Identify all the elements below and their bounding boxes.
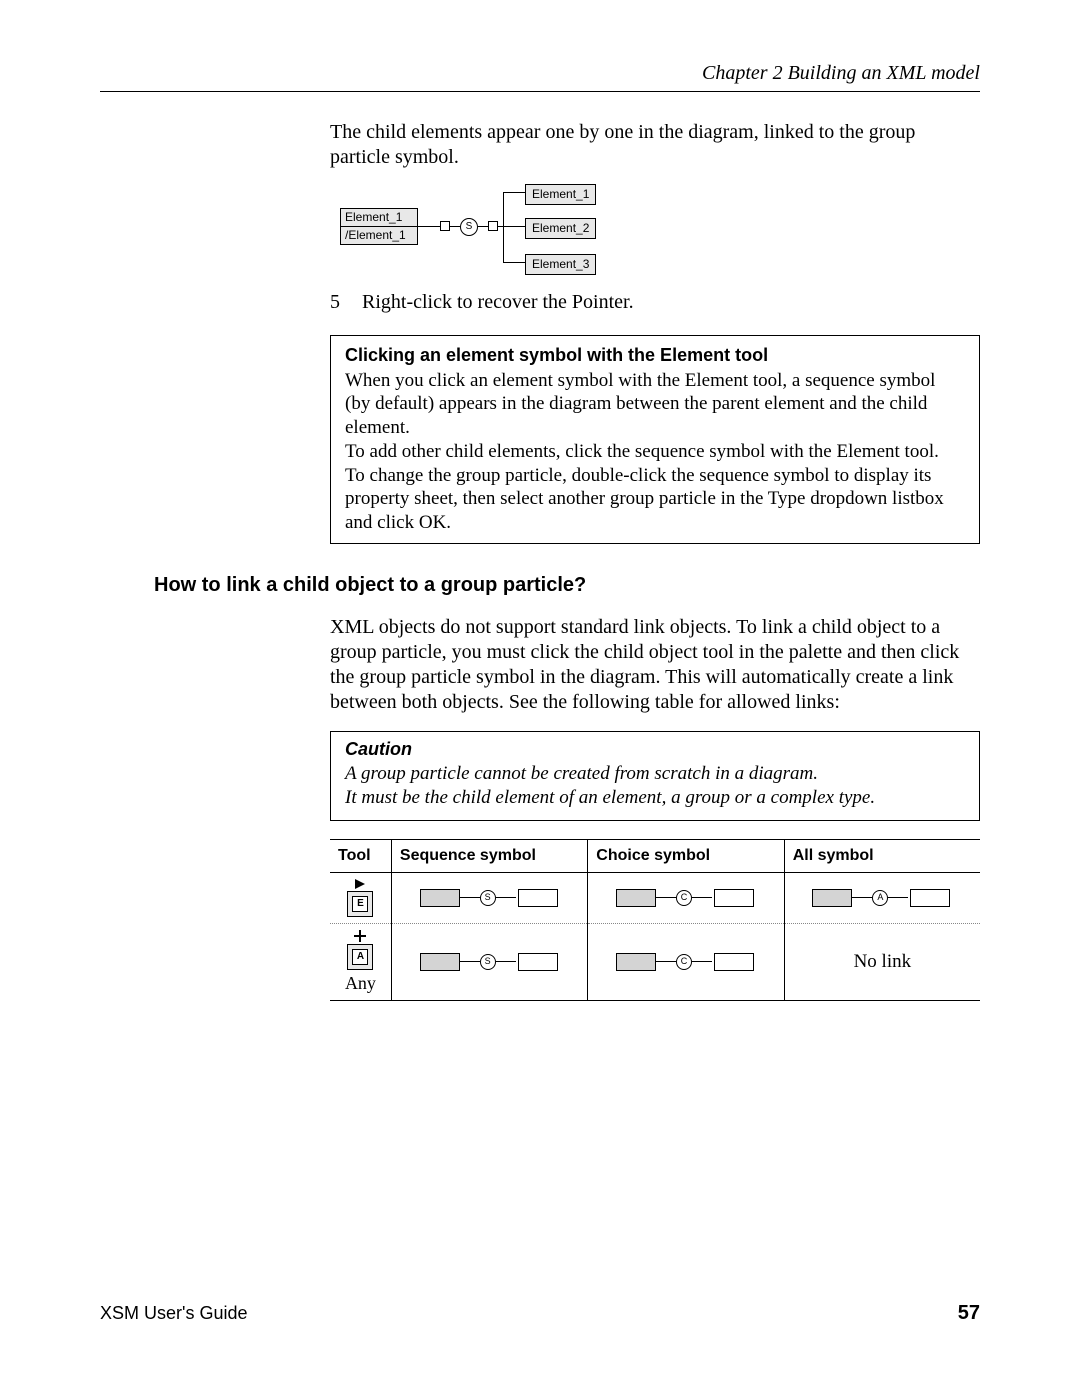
choice-cell: C [588, 923, 784, 1001]
sequence-cell: S [391, 923, 587, 1001]
mini-diagram: A [812, 884, 952, 912]
connector-node [440, 221, 450, 231]
connector-line [418, 226, 440, 227]
caution-line: It must be the child element of an eleme… [345, 786, 965, 810]
info-box-paragraph: When you click an element symbol with th… [345, 369, 965, 440]
header-rule [100, 91, 980, 92]
step-text: Right-click to recover the Pointer. [362, 290, 980, 315]
body-content: The child elements appear one by one in … [330, 120, 980, 544]
all-cell-no-link: No link [784, 923, 980, 1001]
child-element-3: Element_3 [525, 254, 596, 275]
element-tool-arrow-icon [355, 879, 365, 889]
table-header-tool: Tool [330, 839, 391, 872]
mini-diagram: C [616, 884, 756, 912]
particle-letter-icon: S [480, 890, 496, 906]
parent-element-name: Element_1 [341, 209, 417, 227]
step-5: 5 Right-click to recover the Pointer. [330, 290, 980, 315]
tool-cell: E [330, 872, 391, 923]
info-box-paragraph: To add other child elements, click the s… [345, 440, 965, 464]
table-header-all: All symbol [784, 839, 980, 872]
sequence-cell: S [391, 872, 587, 923]
tool-cell: A Any [330, 923, 391, 1001]
parent-element-close: /Element_1 [341, 227, 417, 244]
section-paragraph: XML objects do not support standard link… [330, 615, 980, 715]
child-element-2: Element_2 [525, 218, 596, 239]
info-box-title: Clicking an element symbol with the Elem… [345, 344, 965, 367]
any-tool-cursor-icon [354, 930, 366, 942]
particle-letter-icon: C [676, 890, 692, 906]
connector-node [488, 221, 498, 231]
tool-letter: A [352, 949, 368, 965]
particle-letter-icon: S [480, 954, 496, 970]
diagram-group-particle: Element_1 /Element_1 S Element_1 Element… [340, 184, 650, 274]
connector-line [503, 262, 525, 263]
tool-caption: Any [345, 972, 376, 995]
parent-element-box: Element_1 /Element_1 [340, 208, 418, 245]
mini-diagram: S [420, 948, 560, 976]
connector-line [503, 192, 525, 193]
running-head: Chapter 2 Building an XML model [100, 62, 980, 85]
info-box: Clicking an element symbol with the Elem… [330, 335, 980, 544]
particle-letter-icon: A [872, 890, 888, 906]
connector-line [450, 226, 460, 227]
page-footer: XSM User's Guide 57 [100, 1302, 980, 1325]
caution-title: Caution [345, 738, 965, 761]
footer-doc-title: XSM User's Guide [100, 1303, 247, 1324]
section-content: XML objects do not support standard link… [330, 615, 980, 1002]
info-box-paragraph: To change the group particle, double-cli… [345, 464, 965, 535]
table-row: A Any S [330, 923, 980, 1001]
element-tool-icon: E [347, 891, 373, 917]
any-tool-icon: A [347, 944, 373, 970]
section-heading: How to link a child object to a group pa… [100, 574, 980, 597]
page: Chapter 2 Building an XML model The chil… [0, 0, 1080, 1397]
connector-line [503, 226, 525, 227]
table-header-sequence: Sequence symbol [391, 839, 587, 872]
mini-diagram: C [616, 948, 756, 976]
allowed-links-table: Tool Sequence symbol Choice symbol All s… [330, 839, 980, 1002]
caution-box: Caution A group particle cannot be creat… [330, 731, 980, 821]
caution-line: A group particle cannot be created from … [345, 762, 965, 786]
connector-line [503, 192, 504, 262]
intro-paragraph: The child elements appear one by one in … [330, 120, 980, 170]
child-element-1: Element_1 [525, 184, 596, 205]
mini-diagram: S [420, 884, 560, 912]
particle-letter-icon: C [676, 954, 692, 970]
footer-page-number: 57 [958, 1302, 980, 1325]
step-number: 5 [330, 290, 346, 315]
tool-letter: E [352, 896, 368, 912]
connector-line [478, 226, 488, 227]
all-cell: A [784, 872, 980, 923]
choice-cell: C [588, 872, 784, 923]
table-row: E S [330, 872, 980, 923]
table-header-choice: Choice symbol [588, 839, 784, 872]
sequence-particle-icon: S [460, 218, 478, 236]
